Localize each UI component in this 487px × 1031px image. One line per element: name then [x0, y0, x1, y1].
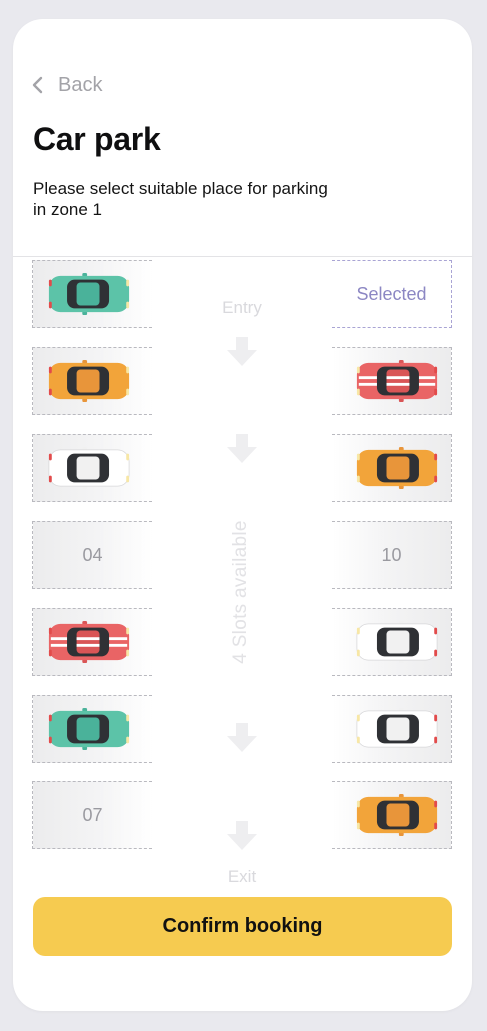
page-title: Car park [33, 121, 161, 157]
white-car-icon [48, 447, 129, 489]
left-slot-1[interactable] [32, 260, 152, 328]
selected-label: Selected [356, 283, 427, 304]
left-slot-5[interactable] [32, 608, 152, 676]
slot-number: 10 [381, 544, 402, 565]
right-slot-2[interactable] [332, 347, 452, 415]
right-slot-3[interactable] [332, 434, 452, 502]
exit-label: Exit [227, 867, 257, 886]
arrow-down-icon [227, 434, 257, 463]
right-slot-4[interactable]: 10 [332, 521, 452, 589]
orange-car-icon [48, 360, 129, 402]
entry-label: Entry [222, 298, 262, 317]
chevron-left-icon [32, 76, 43, 94]
slot-number: 04 [82, 544, 103, 565]
right-slot-1[interactable]: Selected [332, 260, 452, 328]
slots-available-label: 4 Slots available [230, 520, 251, 664]
left-slot-6[interactable] [32, 695, 152, 763]
white-car-icon [356, 708, 437, 750]
left-slot-3[interactable] [32, 434, 152, 502]
teal-car-icon [48, 273, 129, 315]
red-car-icon [48, 621, 129, 663]
back-label: Back [58, 73, 103, 96]
orange-car-icon [356, 794, 437, 836]
white-car-icon [356, 621, 437, 663]
red-car-icon [356, 360, 437, 402]
orange-car-icon [356, 447, 437, 489]
right-slot-5[interactable] [332, 608, 452, 676]
teal-car-icon [48, 708, 129, 750]
left-slot-2[interactable] [32, 347, 152, 415]
back-button[interactable]: Back [31, 73, 102, 97]
right-slot-7[interactable] [332, 781, 452, 849]
parking-lot: Entry Exit 4 Slots available 04 07 Selecte… [13, 257, 472, 886]
arrow-down-icon [227, 723, 257, 752]
confirm-booking-button[interactable]: Confirm booking [33, 897, 452, 956]
right-slot-6[interactable] [332, 695, 452, 763]
arrow-down-icon [227, 821, 257, 850]
page-subtitle: Please select suitable place for parking… [33, 179, 328, 219]
car-park-screen: Back Car park Please select suitable pla… [13, 19, 472, 1011]
arrow-down-icon [227, 337, 257, 366]
left-slot-7[interactable]: 07 [32, 781, 152, 849]
left-slot-4[interactable]: 04 [32, 521, 152, 589]
slot-number: 07 [82, 804, 103, 825]
